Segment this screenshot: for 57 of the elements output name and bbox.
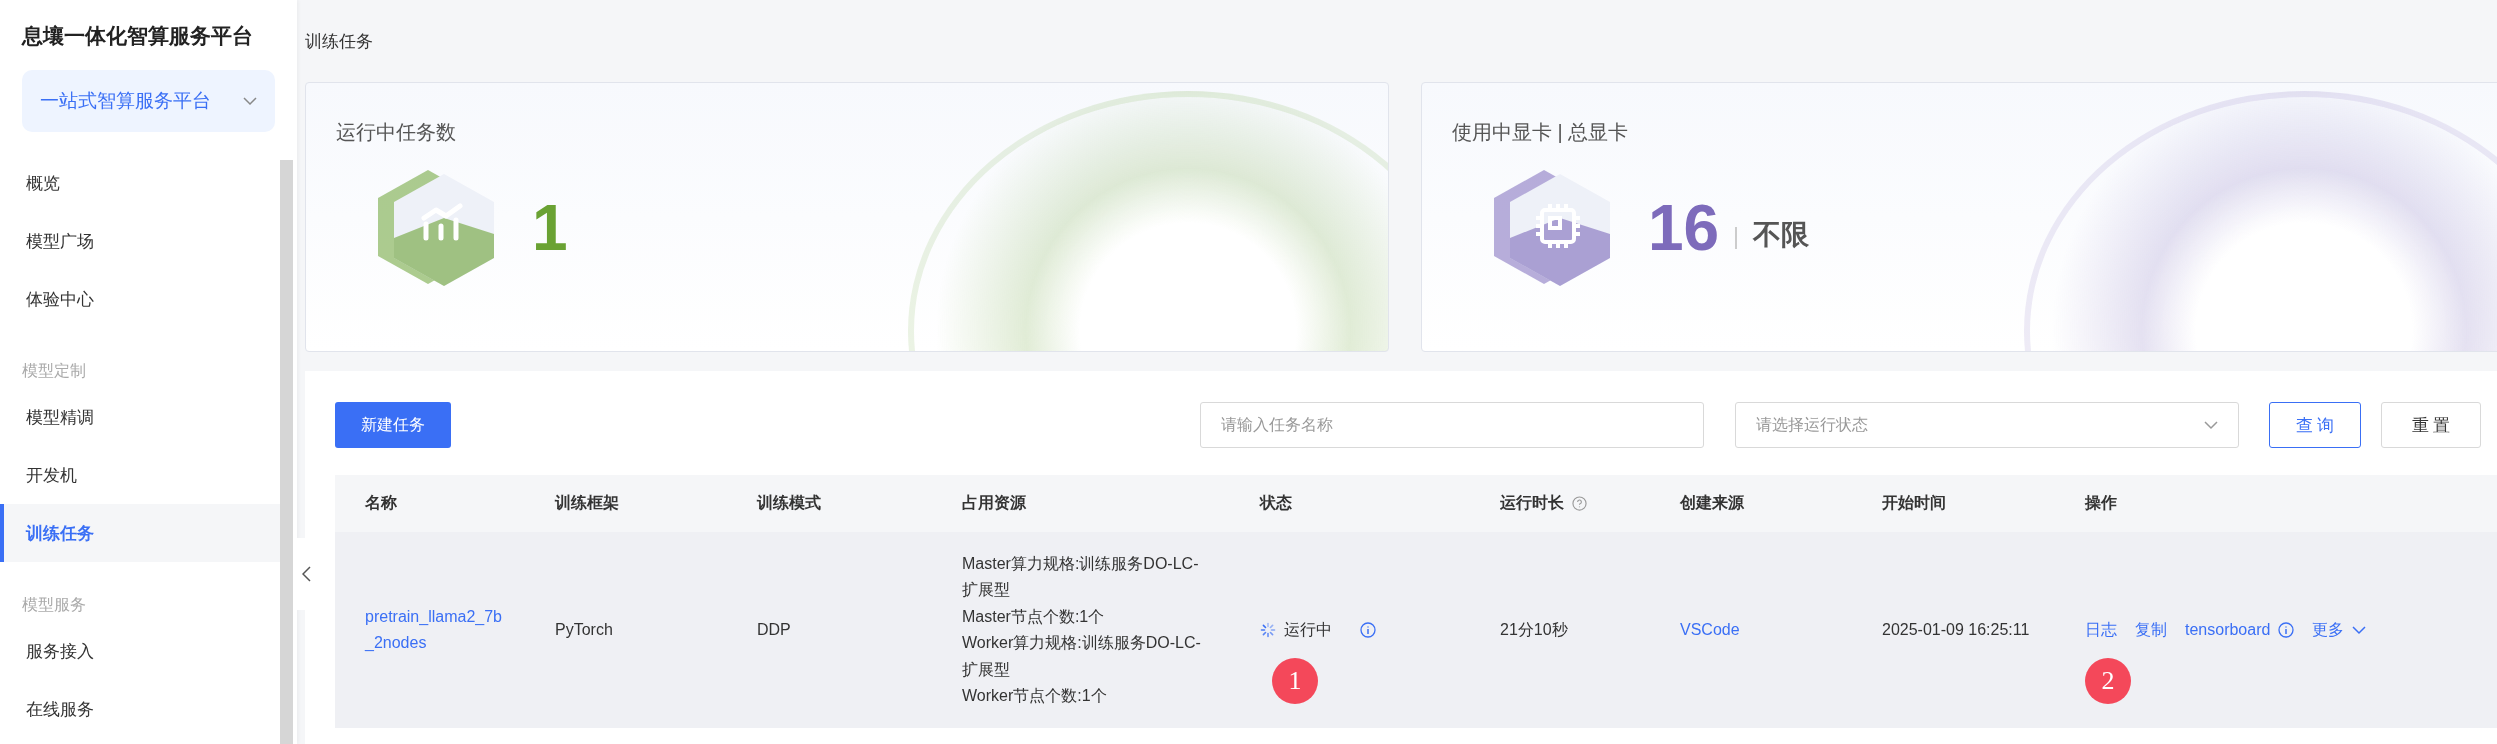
action-link[interactable]: 复制 (2135, 619, 2167, 641)
chevron-down-icon (2352, 625, 2367, 635)
annotation-badge: 2 (2085, 658, 2131, 704)
reset-button[interactable]: 重 置 (2381, 402, 2481, 448)
sidebar-item[interactable]: 概览 (0, 154, 280, 212)
column-label: 开始时间 (1882, 493, 1946, 513)
sidebar-item[interactable]: 模型精调 (0, 388, 280, 446)
sidebar-group-label: 模型定制 (21, 361, 87, 381)
action-link[interactable]: 更多 (2312, 619, 2345, 641)
new-task-button[interactable]: 新建任务 (335, 402, 451, 448)
sidebar-item[interactable]: 体验中心 (0, 270, 280, 328)
source-link[interactable]: VSCode (1680, 621, 1740, 639)
column-label: 训练框架 (555, 493, 619, 513)
sidebar-item[interactable]: 模型广场 (0, 212, 280, 270)
sidebar-item[interactable]: 开发机 (0, 446, 280, 504)
column-label: 运行时长 (1500, 493, 1564, 513)
start-time-text: 2025-01-09 16:25:11 (1882, 621, 2030, 639)
info-icon (1360, 622, 1376, 638)
column-label: 创建来源 (1680, 493, 1744, 513)
chevron-down-icon (243, 96, 257, 106)
action-link[interactable]: tensorboard (2185, 621, 2271, 639)
stat-title: 运行中任务数 (336, 120, 457, 145)
sidebar-item[interactable]: 服务接入 (0, 622, 280, 680)
status-text: 运行中 (1284, 619, 1332, 640)
column-label: 状态 (1260, 493, 1292, 513)
duration-text: 21分10秒 (1500, 619, 1568, 640)
column-label: 占用资源 (962, 493, 1026, 513)
scrollbar[interactable] (280, 160, 293, 744)
action-link[interactable]: 日志 (2085, 619, 2117, 641)
page-title: 训练任务 (305, 30, 374, 53)
annotation-badge: 1 (1272, 658, 1318, 704)
chevron-left-icon (301, 566, 311, 582)
resource-text: Master算力规格:训练服务DO-LC-扩展型 (962, 553, 1200, 600)
info-icon (2278, 622, 2295, 638)
resource-text: Worker节点个数:1个 (962, 686, 1108, 706)
mode-text: DDP (757, 621, 791, 639)
resource-text: Worker算力规格:训练服务DO-LC-扩展型 (962, 633, 1202, 680)
status-select[interactable]: 请选择运行状态 (1735, 402, 2239, 448)
platform-select[interactable]: 一站式智算服务平台 (22, 70, 275, 132)
spinner-icon (1260, 622, 1276, 638)
query-button[interactable]: 查 询 (2269, 402, 2361, 448)
chevron-down-icon (2204, 420, 2218, 430)
stat-title: 使用中显卡 | 总显卡 (1452, 120, 1630, 145)
column-label: 名称 (365, 493, 397, 513)
sidebar-item[interactable]: 在线服务 (0, 680, 280, 738)
resource-text: Master节点个数:1个 (962, 606, 1106, 627)
column-label: 训练模式 (757, 493, 821, 513)
task-name-link[interactable]: pretrain_llama2_7b_2nodes (365, 604, 505, 656)
sidebar-item[interactable]: 训练任务 (0, 504, 280, 562)
framework-text: PyTorch (555, 621, 613, 639)
sidebar-title: 息壤一体化智算服务平台 (20, 23, 254, 49)
column-label: 操作 (2085, 493, 2117, 513)
search-field[interactable]: 请输入任务名称 (1200, 402, 1704, 448)
sidebar-group-label: 模型服务 (21, 595, 87, 615)
stat-value: 1 (532, 191, 568, 265)
stat-total: 不限 (1753, 218, 1810, 252)
stat-value: 16 (1648, 191, 1720, 265)
